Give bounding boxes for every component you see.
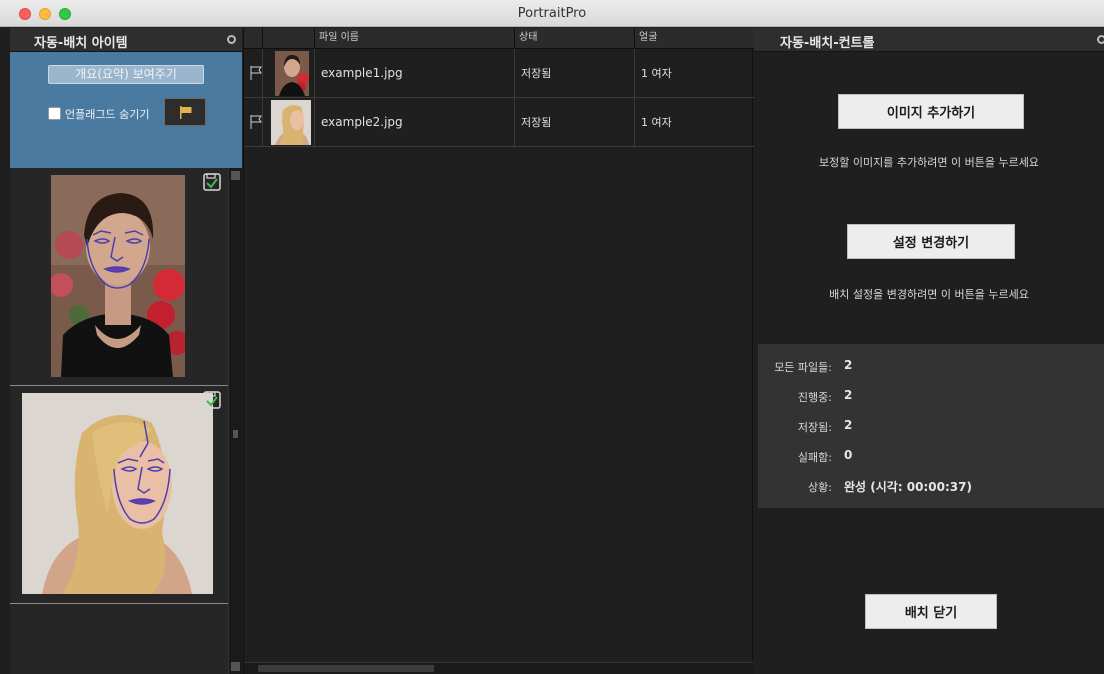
faces-column-header[interactable]: 얼굴 — [635, 28, 754, 49]
scroll-down-arrow-icon[interactable] — [231, 662, 240, 671]
scrollbar-thumb[interactable] — [258, 665, 434, 672]
batch-file-table: 파일 이름 상태 얼굴 example1.jpg 저장됨 1 여자 exampl… — [243, 28, 754, 674]
batch-items-header: 자동-배치 아이템 — [10, 28, 242, 52]
panel-pin-icon[interactable] — [227, 35, 236, 44]
row-filename: example2.jpg — [315, 98, 515, 147]
batch-controls-panel: 자동-배치-컨트롤 이미지 추가하기 보정할 이미지를 추가하려면 이 버튼을 … — [754, 28, 1104, 674]
flag-outline-icon[interactable] — [250, 66, 262, 80]
hide-unflagged-checkbox[interactable] — [48, 107, 61, 120]
batch-controls-header: 자동-배치-컨트롤 — [754, 28, 1104, 52]
show-overview-button[interactable]: 개요(요약) 보여주기 — [48, 65, 204, 84]
add-images-hint: 보정할 이미지를 추가하려면 이 버튼을 누르세요 — [819, 156, 1039, 169]
stat-value-in-progress: 2 — [844, 388, 853, 402]
saved-check-icon — [203, 391, 221, 409]
change-settings-hint: 배치 설정을 변경하려면 이 버튼을 누르세요 — [829, 288, 1029, 301]
thumbnail-photo-2 — [22, 393, 213, 594]
stat-value-failed: 0 — [844, 448, 853, 462]
row-faces: 1 여자 — [641, 67, 672, 80]
stat-label-saved: 저장됨: — [797, 421, 832, 434]
stat-label-failed: 실패함: — [797, 451, 832, 464]
close-batch-button[interactable]: 배치 닫기 — [865, 594, 997, 629]
saved-check-icon — [203, 173, 221, 191]
row-faces: 1 여자 — [641, 116, 672, 129]
row-flag-cell[interactable] — [244, 49, 263, 98]
panel-pin-icon[interactable] — [1097, 35, 1104, 44]
stat-value-all-files: 2 — [844, 358, 853, 372]
flag-icon — [180, 106, 192, 119]
row-thumbnail-1 — [275, 51, 309, 96]
row-filename: example1.jpg — [315, 49, 515, 98]
thumbnail-column-header[interactable] — [263, 28, 315, 49]
row-thumbnail-cell — [263, 98, 315, 147]
table-header: 파일 이름 상태 얼굴 — [244, 28, 754, 49]
filename-column-header[interactable]: 파일 이름 — [315, 28, 515, 49]
stat-value-saved: 2 — [844, 418, 853, 432]
thumbnail-list-scrollbar[interactable] — [228, 168, 242, 674]
batch-thumbnail-1[interactable] — [10, 168, 228, 386]
scroll-up-arrow-icon[interactable] — [231, 171, 240, 180]
row-status: 저장됨 — [515, 98, 635, 147]
portrait-photo-2 — [22, 393, 213, 594]
status-column-header[interactable]: 상태 — [515, 28, 635, 49]
row-thumbnail-2 — [271, 100, 311, 145]
flag-column-header[interactable] — [244, 28, 263, 49]
thumbnail-photo-1 — [51, 175, 185, 377]
batch-thumbnail-2[interactable] — [10, 386, 228, 604]
add-images-button[interactable]: 이미지 추가하기 — [838, 94, 1024, 129]
table-horizontal-scrollbar[interactable] — [244, 662, 754, 674]
stat-label-all-files: 모든 파일들: — [774, 361, 832, 374]
table-row[interactable]: example1.jpg 저장됨 1 여자 — [244, 49, 754, 98]
change-settings-button[interactable]: 설정 변경하기 — [847, 224, 1015, 259]
row-thumbnail-cell — [263, 49, 315, 98]
row-flag-cell[interactable] — [244, 98, 263, 147]
stat-value-status: 완성 (시각: 00:00:37) — [844, 480, 972, 494]
window-title: PortraitPro — [517, 6, 587, 21]
title-bar: PortraitPro — [0, 0, 1104, 27]
scrollbar-thumb[interactable] — [233, 430, 238, 438]
batch-thumbnail-list[interactable] — [10, 168, 228, 674]
stat-label-status: 상황: — [808, 481, 832, 494]
batch-items-controls: 개요(요약) 보여주기 언플래그드 숨기기 — [10, 52, 242, 168]
hide-unflagged-label: 언플래그드 숨기기 — [65, 108, 150, 121]
batch-items-panel: 자동-배치 아이템 개요(요약) 보여주기 언플래그드 숨기기 — [10, 28, 242, 674]
flag-filter-button[interactable] — [164, 98, 206, 126]
row-status: 저장됨 — [515, 49, 635, 98]
batch-items-title: 자동-배치 아이템 — [34, 36, 128, 51]
flag-outline-icon[interactable] — [250, 115, 262, 129]
batch-stats-box: 모든 파일들: 2 진행중: 2 저장됨: 2 실패함: 0 상황: 완성 (시… — [758, 344, 1104, 508]
app-window: PortraitPro 자동-배치 아이템 개요(요약) 보여주기 언플래그드 … — [0, 0, 1104, 674]
batch-controls-title: 자동-배치-컨트롤 — [780, 36, 875, 51]
table-row[interactable]: example2.jpg 저장됨 1 여자 — [244, 98, 754, 147]
portrait-photo-1 — [51, 175, 185, 377]
stat-label-in-progress: 진행중: — [797, 391, 832, 404]
